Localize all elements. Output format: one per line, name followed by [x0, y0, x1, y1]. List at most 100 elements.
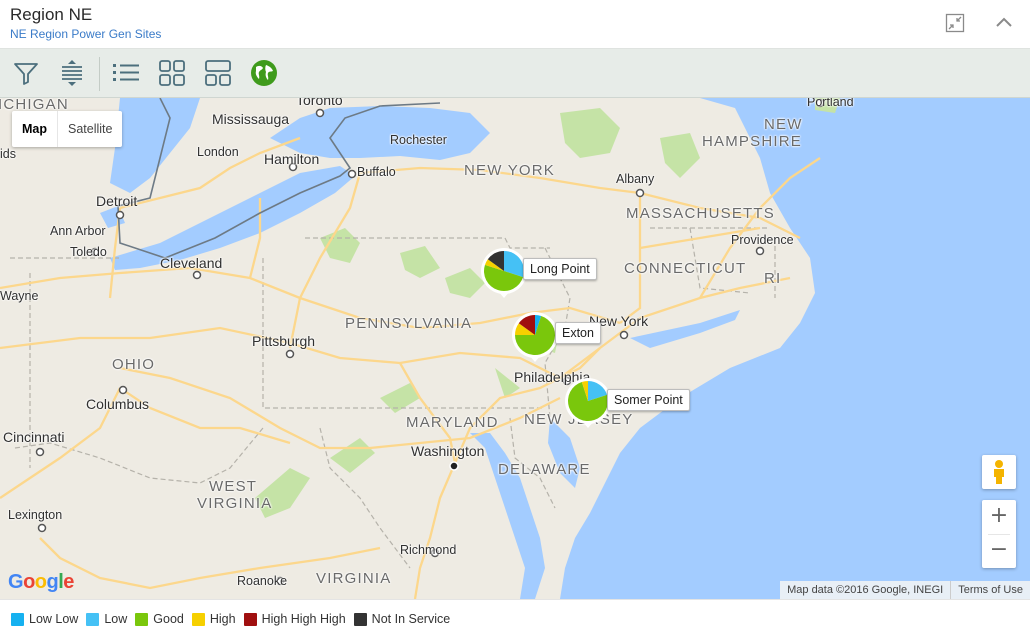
google-logo: Google [8, 571, 74, 594]
zoom-in-button[interactable]: + [982, 500, 1016, 534]
legend-swatch [353, 612, 367, 626]
legend-item: High [191, 612, 236, 626]
city-label-columbus: Columbus [86, 396, 150, 412]
city-label-cincinnati: Cincinnati [3, 429, 65, 445]
city-label-richmond: Richmond [400, 543, 457, 557]
state-label-ri: RI [764, 270, 782, 287]
city-label-rochester: Rochester [390, 133, 447, 147]
row-spacing-button[interactable] [58, 59, 86, 87]
legend-swatch [243, 612, 257, 626]
site-pie-chart [481, 248, 527, 298]
google-logo-g2: g [46, 571, 59, 593]
shrink-icon [945, 13, 965, 33]
site-marker-long-point[interactable] [480, 247, 528, 299]
legend-label: Low [104, 612, 128, 626]
map-canvas[interactable]: ICHIGAN NEW YORK NEW HAMPSHIRE MASSACHUS… [0, 98, 1030, 599]
legend-label: Not In Service [371, 612, 451, 626]
city-label-ids: ids [0, 147, 16, 161]
city-label-toronto: Toronto [296, 98, 343, 108]
legend-label: Low Low [29, 612, 79, 626]
city-label-hamilton: Hamilton [264, 151, 320, 167]
map-view-button[interactable] [250, 59, 278, 87]
city-label-toledo: Toledo [70, 245, 107, 259]
city-label-mississauga: Mississauga [212, 111, 290, 127]
split-view-icon [205, 60, 231, 86]
site-pie-chart [565, 378, 611, 428]
city-label-portland: Portland [807, 98, 854, 109]
site-marker-exton[interactable] [511, 311, 559, 363]
state-label-connecticut: CONNECTICUT [624, 260, 747, 277]
city-label-providence: Providence [731, 233, 794, 247]
google-logo-e: e [63, 571, 74, 593]
pegman-icon [994, 460, 1004, 484]
legend-item: Low [86, 612, 127, 626]
state-label-pennsylvania: PENNSYLVANIA [345, 315, 473, 332]
globe-map-icon [251, 60, 277, 86]
state-label-west-virginia-2: VIRGINIA [197, 495, 273, 512]
google-logo-o2: o [34, 571, 47, 593]
filter-button[interactable] [12, 59, 40, 87]
legend-item: Low Low [11, 612, 78, 626]
map-type-control: Map Satellite [12, 111, 123, 147]
map-attribution: Map data ©2016 Google, INEGI Terms of Us… [780, 581, 1030, 599]
status-legend: Low Low Low Good High High High High Not… [0, 599, 1030, 638]
panel-title: Region NE [10, 5, 93, 24]
city-label-pittsburgh: Pittsburgh [252, 333, 316, 349]
legend-label: Good [153, 612, 184, 626]
map-data-credit: Map data ©2016 Google, INEGI [787, 584, 944, 596]
city-label-cleveland: Cleveland [160, 255, 223, 271]
state-label-new-york: NEW YORK [464, 162, 556, 179]
terms-of-use-link[interactable]: Terms of Use [950, 581, 1030, 599]
site-label-long-point[interactable]: Long Point [523, 258, 597, 280]
legend-swatch [191, 612, 205, 626]
row-spacing-icon [62, 60, 82, 86]
legend-item: Good [135, 612, 184, 626]
state-label-massachusetts: MASSACHUSETTS [626, 205, 775, 222]
google-logo-g: G [8, 571, 24, 593]
google-logo-o1: o [23, 571, 35, 593]
city-label-albany: Albany [616, 172, 655, 186]
city-label-buffalo: Buffalo [357, 165, 396, 179]
city-label-wayne: Wayne [0, 289, 39, 303]
collapse-expand-button[interactable] [944, 12, 966, 34]
zoom-out-button[interactable]: − [982, 534, 1016, 568]
state-label-new-hampshire-1: NEW [764, 116, 803, 133]
split-view-button[interactable] [204, 59, 232, 87]
site-marker-somer-point[interactable] [564, 377, 612, 429]
state-label-west-virginia-1: WEST [209, 478, 258, 495]
map-type-map-button[interactable]: Map [12, 111, 58, 147]
state-label-ohio: OHIO [112, 356, 156, 373]
toolbar [0, 49, 1030, 98]
legend-label: High High High [261, 612, 346, 626]
legend-swatch [11, 612, 24, 626]
state-label-maryland: MARYLAND [406, 414, 499, 431]
city-label-detroit: Detroit [96, 193, 138, 209]
grid-view-icon [159, 60, 185, 86]
map-panel: Region NE NE Region Power Gen Sites ICHI… [0, 0, 1030, 638]
city-label-ann-arbor: Ann Arbor [50, 224, 106, 238]
legend-item: High High High [243, 612, 346, 626]
legend-item: Not In Service [353, 612, 451, 626]
panel-subtitle: NE Region Power Gen Sites [10, 27, 162, 41]
chevron-up-icon [996, 17, 1012, 27]
site-pie-chart [512, 312, 558, 362]
state-label-delaware: DELAWARE [498, 461, 591, 478]
zoom-control: + − [982, 500, 1016, 568]
map-type-satellite-button[interactable]: Satellite [58, 111, 122, 147]
legend-label: High [209, 612, 236, 626]
city-label-washington: Washington [411, 443, 485, 459]
panel-header: Region NE NE Region Power Gen Sites [0, 0, 1030, 49]
collapse-panel-button[interactable] [993, 12, 1015, 34]
list-view-icon [113, 64, 139, 81]
street-view-button[interactable] [982, 455, 1016, 489]
city-label-roanoke: Roanoke [237, 574, 288, 588]
state-label-new-hampshire-2: HAMPSHIRE [702, 133, 802, 150]
site-label-somer-point[interactable]: Somer Point [607, 389, 690, 411]
legend-swatch [86, 612, 100, 626]
site-label-exton[interactable]: Exton [555, 322, 601, 344]
list-view-button[interactable] [112, 59, 140, 87]
grid-view-button[interactable] [158, 59, 186, 87]
toolbar-divider [99, 57, 100, 91]
zoom-divider [988, 534, 1010, 535]
legend-swatch [135, 612, 149, 626]
